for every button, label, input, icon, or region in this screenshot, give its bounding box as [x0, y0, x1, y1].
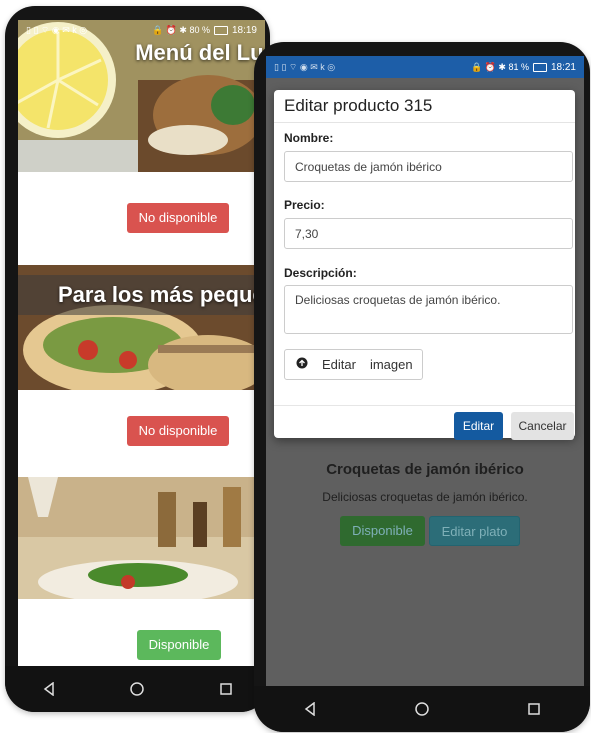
home-icon[interactable]: [414, 701, 430, 717]
description-label: Descripción:: [284, 266, 357, 280]
description-textarea[interactable]: Deliciosas croquetas de jamón ibérico.: [284, 285, 573, 334]
phone-right: ▯ ▯ ⌔ ◉ ✉ k ◎ 🔒 ⏰ ✱ 81 % 18:21 Croquetas…: [254, 42, 590, 732]
menu-banner-1[interactable]: Menú del Lun: [18, 20, 265, 172]
available-button-3[interactable]: Disponible: [137, 630, 221, 660]
modal-footer: Editar Cancelar: [274, 405, 575, 440]
status-time: 18:19: [231, 24, 257, 36]
not-available-button-1[interactable]: No disponible: [127, 203, 229, 233]
banner-1-title: Menú del Lun: [135, 40, 265, 65]
status-icons-left: ▯ ▯ ⌔ ◉ ✉ k ◎: [274, 61, 336, 72]
status-indicators: 🔒 ⏰ ✱ 81 %: [471, 61, 529, 72]
price-input[interactable]: 7,30: [284, 218, 573, 249]
recents-icon[interactable]: [526, 701, 542, 717]
product-description: Deliciosas croquetas de jamón ibérico.: [322, 490, 528, 504]
menu-banner-2[interactable]: Para los más pequei: [18, 265, 265, 390]
phone-left: Menú del Lun No disponible Para los más …: [5, 6, 270, 712]
status-bar-left: ▯ ▯ ⌔ ◉ ✉ k ◎ 🔒 ⏰ ✱ 80 % 18:19: [18, 20, 265, 40]
edit-dish-button[interactable]: Editar plato: [429, 516, 520, 546]
available-button[interactable]: Disponible: [340, 516, 425, 546]
price-label: Precio:: [284, 198, 325, 212]
back-icon[interactable]: [41, 681, 57, 697]
not-available-button-2[interactable]: No disponible: [127, 416, 229, 446]
banner-2-title: Para los más pequei: [58, 282, 265, 307]
edit-image-label-1: Editar: [322, 357, 356, 372]
home-icon[interactable]: [129, 681, 145, 697]
edit-product-modal: Editar producto 315 Nombre: Croquetas de…: [274, 90, 575, 440]
banner-3-image: [18, 477, 265, 599]
menu-banner-3[interactable]: [18, 477, 265, 599]
phone-right-screen: ▯ ▯ ⌔ ◉ ✉ k ◎ 🔒 ⏰ ✱ 81 % 18:21 Croquetas…: [266, 56, 584, 696]
cancel-button[interactable]: Cancelar: [511, 412, 574, 440]
battery-icon: [532, 62, 547, 72]
product-title: Croquetas de jamón ibérico: [326, 461, 524, 478]
edit-button[interactable]: Editar: [454, 412, 503, 440]
modal-title: Editar producto 315: [274, 90, 575, 123]
status-bar-right: ▯ ▯ ⌔ ◉ ✉ k ◎ 🔒 ⏰ ✱ 81 % 18:21: [266, 56, 584, 78]
nav-bar-right: [254, 686, 590, 732]
name-input[interactable]: Croquetas de jamón ibérico: [284, 151, 573, 182]
status-indicators: 🔒 ⏰ ✱ 80 %: [152, 24, 210, 35]
name-label: Nombre:: [284, 131, 334, 145]
recents-icon[interactable]: [218, 681, 234, 697]
nav-bar-left: [5, 666, 270, 712]
status-time: 18:21: [550, 61, 576, 73]
back-icon[interactable]: [302, 701, 318, 717]
phone-left-screen: Menú del Lun No disponible Para los más …: [18, 20, 265, 666]
status-icons-left: ▯ ▯ ⌔ ◉ ✉ k ◎: [26, 24, 88, 35]
battery-icon: [213, 25, 228, 35]
edit-image-button[interactable]: Editar imagen: [284, 349, 423, 380]
edit-image-label-2: imagen: [369, 357, 413, 372]
upload-icon: [296, 357, 308, 372]
